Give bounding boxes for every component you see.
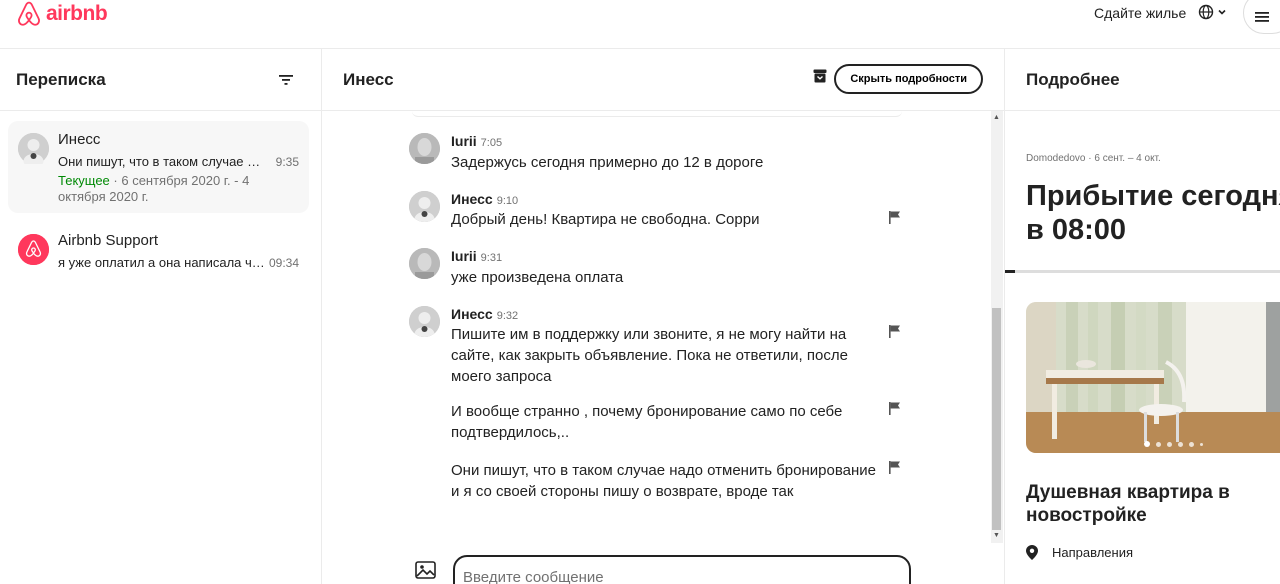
conversation-list-panel: Переписка Инесс Они пишут, что в таком с… <box>0 49 322 584</box>
sender-label: Инесс <box>451 191 493 207</box>
flag-icon[interactable] <box>889 325 901 338</box>
message-time: 9:31 <box>480 252 503 264</box>
message-input[interactable] <box>453 555 911 584</box>
trip-meta: Domodedovo · 6 сент. – 4 окт. <box>1026 153 1161 164</box>
airbnb-logo[interactable]: airbnb <box>16 0 108 28</box>
conversation-name: Инесс <box>58 131 101 148</box>
arrival-heading-line1: Прибытие сегодня <box>1026 180 1280 212</box>
message-thread[interactable]: Iurii 7:05 Задержусь сегодня примерно до … <box>322 111 1005 543</box>
carousel-dot[interactable] <box>1156 441 1161 447</box>
avatar <box>409 306 440 337</box>
airbnb-logo-icon <box>18 1 40 26</box>
arrival-heading-line2: в 08:00 <box>1026 214 1127 246</box>
carousel-dot[interactable] <box>1200 442 1203 446</box>
avatar <box>18 133 49 168</box>
conversation-item[interactable]: Инесс Они пишут, что в таком случае над.… <box>8 121 309 213</box>
carousel-dot[interactable] <box>1167 441 1172 447</box>
message-text: Добрый день! Квартира не свободна. Сорри <box>451 211 760 228</box>
image-upload-icon[interactable] <box>415 561 436 579</box>
listing-photo[interactable] <box>1026 302 1280 453</box>
logo-text: airbnb <box>46 2 108 25</box>
carousel-dot[interactable] <box>1144 441 1150 447</box>
sender-label: Iurii <box>451 248 477 264</box>
message-time: 9:10 <box>496 195 519 207</box>
archive-icon[interactable] <box>813 69 827 83</box>
avatar <box>409 191 440 222</box>
hamburger-menu-icon <box>1255 12 1269 22</box>
panel-title: Переписка <box>16 69 106 89</box>
language-button[interactable] <box>1198 4 1227 20</box>
conversation-time: 9:35 <box>275 155 299 169</box>
conversation-item[interactable]: Airbnb Support я уже оплатил а она напис… <box>8 221 309 281</box>
status-label: Текущее <box>58 173 110 188</box>
directions-link[interactable]: Направления <box>1026 545 1133 560</box>
listing-title[interactable]: Душевная квартира в новостройке <box>1026 481 1276 527</box>
top-navbar: airbnb Сдайте жилье <box>0 0 1280 49</box>
message-time: 7:05 <box>480 137 503 149</box>
conversation-list-header: Переписка <box>0 49 321 111</box>
sender-label: Инесс <box>451 306 493 322</box>
globe-icon <box>1198 4 1214 20</box>
carousel-dot[interactable] <box>1189 441 1194 447</box>
directions-label: Направления <box>1052 545 1134 560</box>
chat-panel: Инесс Скрыть подробности Iurii 7:05 Задер… <box>322 49 1005 584</box>
flag-icon[interactable] <box>889 461 901 474</box>
airbnb-logo-icon <box>18 234 49 265</box>
filter-icon[interactable] <box>279 74 293 86</box>
message-text: Они пишут, что в таком случае надо отмен… <box>451 462 876 500</box>
sender-name: Инесс 9:10 <box>451 191 518 207</box>
sender-label: Iurii <box>451 133 477 149</box>
message-text: уже произведена оплата <box>451 269 624 286</box>
hide-details-button[interactable]: Скрыть подробности <box>834 64 983 94</box>
chevron-down-icon <box>1218 9 1226 15</box>
avatar <box>18 234 49 265</box>
arrival-heading: Прибытие сегодня в 08:00 <box>1026 179 1280 247</box>
message-composer <box>322 543 1005 584</box>
details-panel: Подробнее Domodedovo · 6 сент. – 4 окт. … <box>1005 49 1280 584</box>
flag-icon[interactable] <box>889 211 901 224</box>
conversation-preview: Они пишут, что в таком случае над... <box>58 154 266 169</box>
sender-name: Инесс 9:32 <box>451 306 518 322</box>
sender-name: Iurii 9:31 <box>451 248 502 264</box>
photo-carousel-dots[interactable] <box>1144 441 1203 447</box>
host-link[interactable]: Сдайте жилье <box>1094 5 1186 21</box>
sender-name: Iurii 7:05 <box>451 133 502 149</box>
thread-divider <box>412 111 902 117</box>
message-text: Пишите им в поддержку или звоните, я не … <box>451 326 848 385</box>
trip-progress-fill <box>1005 270 1015 273</box>
location-pin-icon <box>1026 545 1038 560</box>
avatar <box>409 133 440 164</box>
conversation-name: Airbnb Support <box>58 232 159 249</box>
details-header: Подробнее <box>1005 49 1280 111</box>
message-text: Задержусь сегодня примерно до 12 в дорог… <box>451 154 764 171</box>
avatar <box>409 248 440 279</box>
message-time: 9:32 <box>496 310 519 322</box>
menu-button[interactable] <box>1243 0 1280 34</box>
conversation-time: 09:34 <box>268 256 299 270</box>
details-title: Подробнее <box>1026 69 1120 89</box>
scrollbar-thumb[interactable] <box>992 308 1001 530</box>
scroll-down-arrow[interactable]: ▼ <box>992 531 1001 541</box>
message-text: И вообще странно , почему бронирование с… <box>451 403 843 441</box>
carousel-dot[interactable] <box>1178 441 1183 447</box>
conversation-preview: я уже оплатил а она написала что ... <box>58 255 266 270</box>
reservation-status: Текущее · 6 сентября 2020 г. - 4 октября… <box>58 173 298 205</box>
chat-title: Инесс <box>343 69 394 89</box>
trip-progress-bar <box>1005 270 1280 273</box>
flag-icon[interactable] <box>889 402 901 415</box>
scroll-up-arrow[interactable]: ▲ <box>992 113 1001 123</box>
